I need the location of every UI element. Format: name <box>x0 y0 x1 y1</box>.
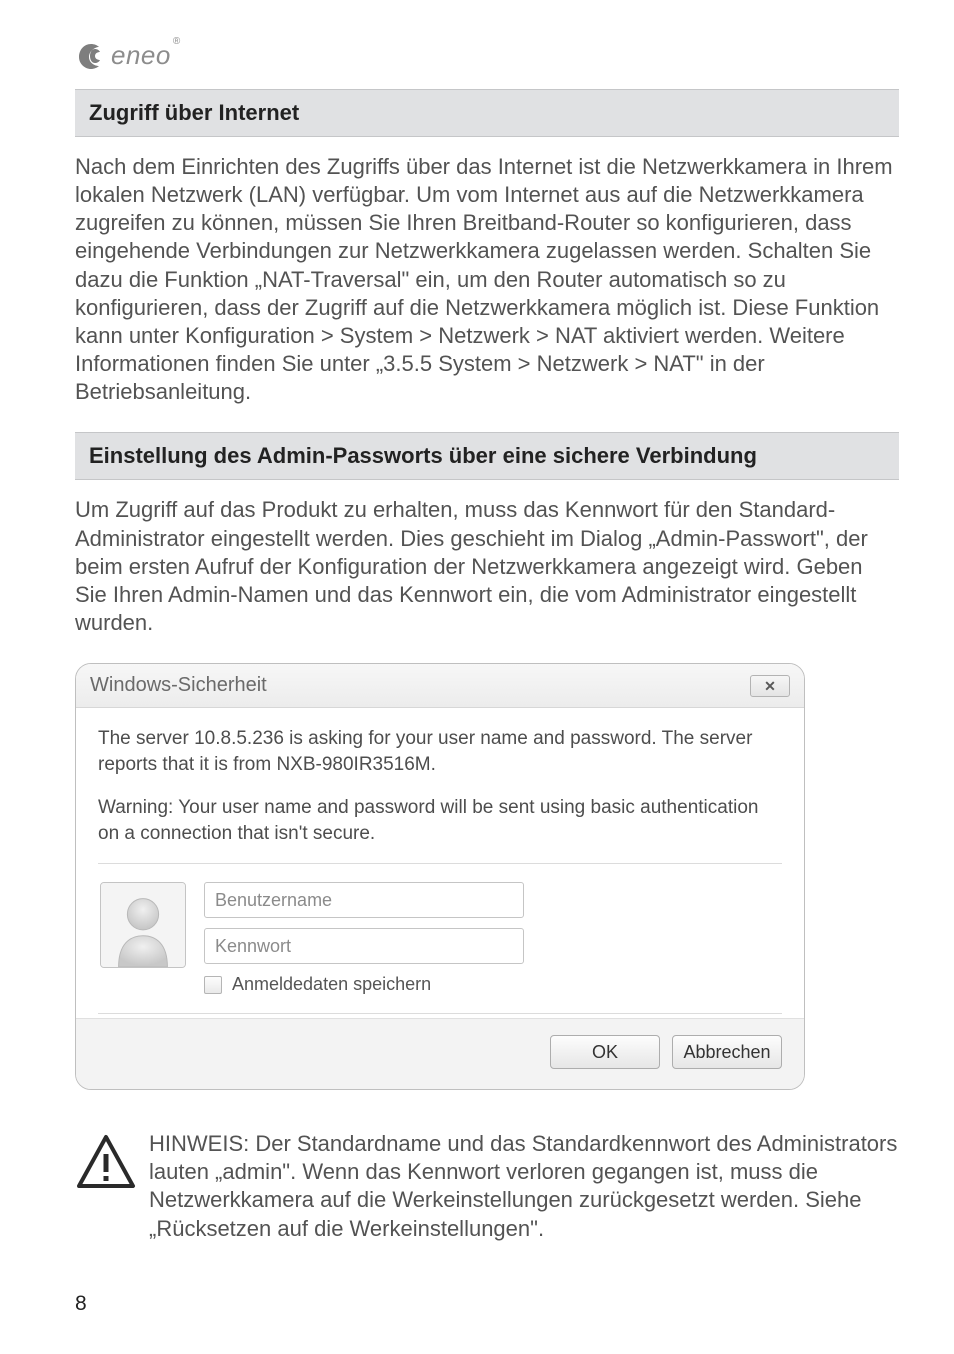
logo-mark-icon <box>75 41 107 71</box>
page-number: 8 <box>75 1292 87 1316</box>
remember-checkbox[interactable]: Anmeldedaten speichern <box>204 974 776 995</box>
section-header-admin: Einstellung des Admin-Passworts über ein… <box>75 432 899 480</box>
section-header-internet: Zugriff über Internet <box>75 89 899 137</box>
section-body: Nach dem Einrichten des Zugriffs über da… <box>75 153 899 406</box>
warning-icon <box>75 1134 137 1190</box>
section-title: Einstellung des Admin-Passworts über ein… <box>89 443 885 469</box>
close-icon: ✕ <box>764 679 776 693</box>
checkbox-icon <box>204 976 222 994</box>
dialog-titlebar: Windows-Sicherheit ✕ <box>76 664 804 708</box>
section-body: Um Zugriff auf das Produkt zu erhalten, … <box>75 496 899 637</box>
auth-dialog: Windows-Sicherheit ✕ The server 10.8.5.2… <box>75 663 805 1090</box>
brand-logo: eneo® <box>75 40 899 71</box>
ok-button[interactable]: OK <box>550 1035 660 1069</box>
section-title: Zugriff über Internet <box>89 100 885 126</box>
user-avatar-icon <box>100 882 186 968</box>
password-input[interactable] <box>204 928 524 964</box>
dialog-message-2: Warning: Your user name and password wil… <box>98 795 782 847</box>
dialog-title: Windows-Sicherheit <box>90 674 267 697</box>
divider <box>98 1013 782 1014</box>
close-button[interactable]: ✕ <box>750 675 790 697</box>
logo-text: eneo® <box>111 40 179 71</box>
username-input[interactable] <box>204 882 524 918</box>
divider <box>98 863 782 864</box>
hint-block: HINWEIS: Der Standardname und das Standa… <box>75 1130 899 1243</box>
dialog-message-1: The server 10.8.5.236 is asking for your… <box>98 726 782 778</box>
cancel-button[interactable]: Abbrechen <box>672 1035 782 1069</box>
remember-label: Anmeldedaten speichern <box>232 974 431 995</box>
hint-text: HINWEIS: Der Standardname und das Standa… <box>149 1130 899 1243</box>
